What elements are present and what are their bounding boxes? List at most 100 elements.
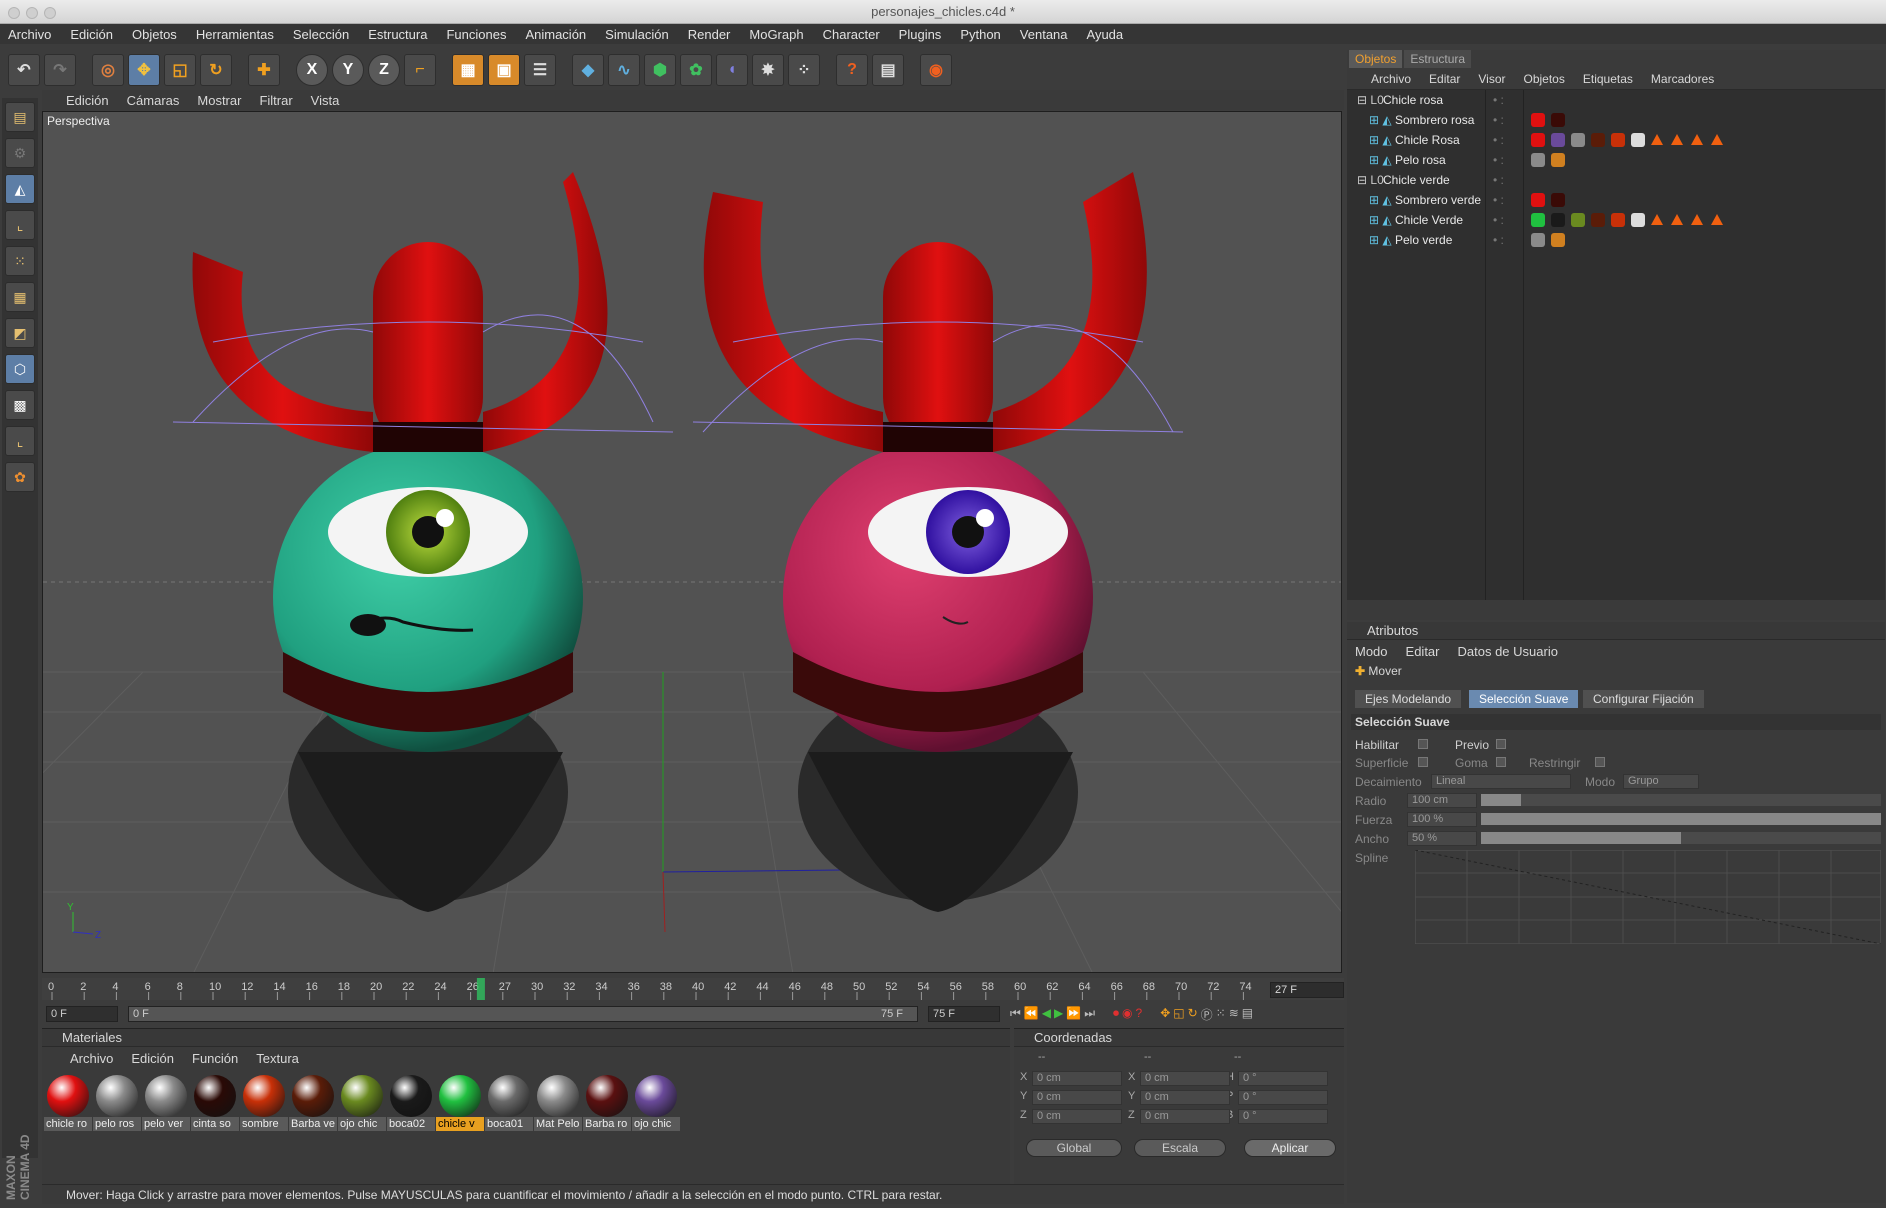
material-swatch[interactable]: boca02 <box>387 1073 435 1131</box>
key-rotation-icon[interactable]: ↻ <box>1188 1006 1198 1023</box>
zoom-window-button[interactable] <box>44 7 56 19</box>
minimize-window-button[interactable] <box>26 7 38 19</box>
material-swatch[interactable]: Barba ve <box>289 1073 337 1131</box>
menu-item-7[interactable]: Animación <box>525 27 586 42</box>
material-tag-icon[interactable] <box>1611 133 1625 147</box>
scale-tool-button[interactable]: ◱ <box>164 54 196 86</box>
visibility-dots-icon[interactable]: • : <box>1493 110 1504 130</box>
superficie-checkbox[interactable] <box>1418 757 1428 767</box>
menu-item-9[interactable]: Render <box>688 27 731 42</box>
attributes-tab-1[interactable]: Selección Suave <box>1469 690 1579 708</box>
viewport-menu-item-2[interactable]: Mostrar <box>197 93 241 108</box>
key-position-icon[interactable]: ✥ <box>1160 1006 1170 1023</box>
z-axis-lock-button[interactable]: Z <box>368 54 400 86</box>
coordinate-system-button[interactable]: ⌐ <box>404 54 436 86</box>
menu-item-10[interactable]: MoGraph <box>749 27 803 42</box>
attributes-menu-item-2[interactable]: Datos de Usuario <box>1458 644 1558 659</box>
autokey-icon[interactable]: ◉ <box>1122 1006 1132 1023</box>
coord-value-field[interactable]: 0 ° <box>1238 1090 1328 1105</box>
play-forward-icon[interactable]: ▶ <box>1054 1006 1063 1023</box>
interpolation-icon[interactable]: ≋ <box>1229 1006 1239 1023</box>
start-frame-field[interactable]: 0 F <box>46 1006 118 1022</box>
objects-menu-item-3[interactable]: Objetos <box>1524 72 1565 86</box>
fuerza-field[interactable]: 100 % <box>1407 812 1477 827</box>
material-swatch[interactable]: chicle ro <box>44 1073 92 1131</box>
menu-item-1[interactable]: Edición <box>70 27 113 42</box>
material-tag-icon[interactable] <box>1591 213 1605 227</box>
object-axis-icon[interactable]: ⌞ <box>5 210 35 240</box>
object-row[interactable]: ⊞ ◭ Sombrero rosa • : <box>1347 110 1885 130</box>
redo-button[interactable]: ↷ <box>44 54 76 86</box>
objects-menu-item-5[interactable]: Marcadores <box>1651 72 1714 86</box>
materials-menu-item-0[interactable]: Archivo <box>70 1051 113 1066</box>
rotate-tool-button[interactable]: ↻ <box>200 54 232 86</box>
hair-tag-icon[interactable] <box>1651 134 1663 145</box>
material-swatch[interactable]: cinta so <box>191 1073 239 1131</box>
menu-item-12[interactable]: Plugins <box>899 27 942 42</box>
hair-tag-icon[interactable] <box>1671 134 1683 145</box>
environment-button[interactable]: ✸ <box>752 54 784 86</box>
material-swatch[interactable]: ojo chic <box>632 1073 680 1131</box>
goma-checkbox[interactable] <box>1496 757 1506 767</box>
objects-menu-item-4[interactable]: Etiquetas <box>1583 72 1633 86</box>
material-tag-icon[interactable] <box>1551 193 1565 207</box>
attributes-tab-0[interactable]: Ejes Modelando <box>1355 690 1462 708</box>
coord-value-field[interactable]: 0 cm <box>1140 1071 1230 1086</box>
menu-item-4[interactable]: Selección <box>293 27 349 42</box>
material-swatch[interactable]: pelo ver <box>142 1073 190 1131</box>
menu-item-14[interactable]: Ventana <box>1020 27 1068 42</box>
undo-button[interactable]: ↶ <box>8 54 40 86</box>
materials-menu-item-3[interactable]: Textura <box>256 1051 299 1066</box>
material-tag-icon[interactable] <box>1631 213 1645 227</box>
objects-menu-item-0[interactable]: Archivo <box>1371 72 1411 86</box>
object-row[interactable]: ⊟ L0 Chicle rosa • : <box>1347 90 1885 110</box>
decaimiento-dropdown[interactable]: Lineal <box>1431 774 1571 789</box>
materials-menu-item-1[interactable]: Edición <box>131 1051 174 1066</box>
previo-checkbox[interactable] <box>1496 739 1506 749</box>
viewport-menu-item-4[interactable]: Vista <box>311 93 340 108</box>
hair-tag-icon[interactable] <box>1691 134 1703 145</box>
material-tag-icon[interactable] <box>1571 133 1585 147</box>
close-window-button[interactable] <box>8 7 20 19</box>
render-settings-button[interactable]: ☰ <box>524 54 556 86</box>
menu-item-3[interactable]: Herramientas <box>196 27 274 42</box>
visibility-dots-icon[interactable]: • : <box>1493 130 1504 150</box>
visibility-dots-icon[interactable]: • : <box>1493 230 1504 250</box>
make-editable-icon[interactable]: ⚙ <box>5 138 35 168</box>
prev-key-icon[interactable]: ⏪ <box>1024 1006 1039 1023</box>
material-swatch[interactable]: pelo ros <box>93 1073 141 1131</box>
scripts-button[interactable]: ▤ <box>872 54 904 86</box>
chicle-rosa-model[interactable] <box>692 172 1184 912</box>
visibility-dots-icon[interactable]: • : <box>1493 90 1504 110</box>
coord-value-field[interactable]: 0 ° <box>1238 1071 1328 1086</box>
menu-item-0[interactable]: Archivo <box>8 27 51 42</box>
key-pla-icon[interactable]: ⁙ <box>1216 1006 1226 1023</box>
model-mode-icon[interactable]: ◭ <box>5 174 35 204</box>
ancho-field[interactable]: 50 % <box>1407 831 1477 846</box>
visibility-dots-icon[interactable]: • : <box>1493 150 1504 170</box>
material-swatch[interactable]: boca01 <box>485 1073 533 1131</box>
array-generator-button[interactable]: ✿ <box>680 54 712 86</box>
camera-button[interactable]: ⁘ <box>788 54 820 86</box>
hair-tag-icon[interactable] <box>1711 134 1723 145</box>
menu-item-11[interactable]: Character <box>823 27 880 42</box>
object-row[interactable]: ⊞ ◭ Pelo rosa • : <box>1347 150 1885 170</box>
menu-item-6[interactable]: Funciones <box>446 27 506 42</box>
go-to-end-icon[interactable]: ⏭ <box>1084 1006 1095 1023</box>
timeline-window-icon[interactable]: ▤ <box>1242 1006 1253 1023</box>
render-picture-viewer-button[interactable]: ▣ <box>488 54 520 86</box>
material-tag-icon[interactable] <box>1551 213 1565 227</box>
object-row[interactable]: ⊞ ◭ Pelo verde • : <box>1347 230 1885 250</box>
texture-mode-icon[interactable]: ⬡ <box>5 354 35 384</box>
coord-value-field[interactable]: 0 cm <box>1140 1090 1230 1105</box>
render-view-button[interactable]: ▦ <box>452 54 484 86</box>
timeline-ruler[interactable]: 0 2 4 6 8 10 12 14 16 18 20 22 24 26 27 30 32 34 36 38 40 42 4… <box>42 978 1344 1000</box>
spline-pen-button[interactable]: ∿ <box>608 54 640 86</box>
material-tag-icon[interactable] <box>1531 113 1545 127</box>
material-tag-icon[interactable] <box>1551 113 1565 127</box>
menu-item-8[interactable]: Simulación <box>605 27 669 42</box>
material-tag-icon[interactable] <box>1631 133 1645 147</box>
coord-value-field[interactable]: 0 cm <box>1032 1071 1122 1086</box>
hair-tag-icon[interactable] <box>1711 214 1723 225</box>
object-row[interactable]: ⊟ L0 Chicle verde • : <box>1347 170 1885 190</box>
